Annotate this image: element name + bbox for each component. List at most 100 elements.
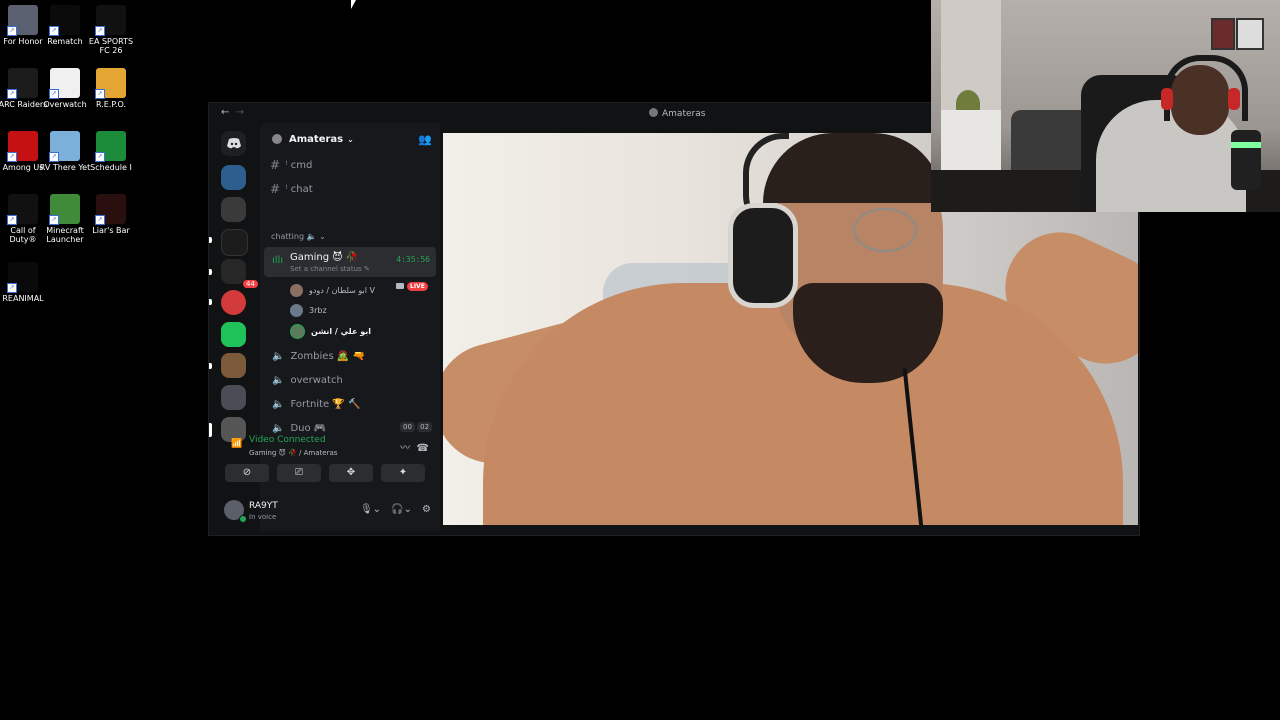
mention-badge: 44	[243, 280, 258, 288]
mouse-cursor	[351, 0, 356, 9]
server-icon[interactable]	[221, 385, 246, 410]
channel-name: overwatch	[290, 375, 343, 386]
text-channel-chat[interactable]: # ꜝ chat	[270, 182, 313, 196]
server-icon[interactable]	[221, 165, 246, 190]
window-title: Amateras	[649, 108, 705, 119]
desktop-shortcut[interactable]: ↗ REANIMAL	[0, 262, 50, 303]
live-badge: LIVE	[407, 282, 428, 291]
app-icon: ↗	[49, 131, 80, 162]
unread-pill	[209, 237, 212, 243]
voice-user-name: ابو سلطان / دودو V	[309, 286, 375, 295]
avatar	[290, 284, 303, 297]
desktop-shortcut[interactable]: ↗ Schedule I	[84, 131, 138, 172]
server-icon[interactable]: 44	[221, 259, 258, 288]
server-icon[interactable]	[221, 197, 246, 222]
text-channel-cmd[interactable]: # ꜝ cmd	[270, 158, 312, 172]
noise-suppression-icon[interactable]: 〰 ☎	[400, 439, 429, 454]
voice-user-name: ابو علي / انشن	[311, 327, 371, 336]
shortcut-arrow-icon: ↗	[7, 215, 17, 225]
shortcut-arrow-icon: ↗	[7, 283, 17, 293]
shortcut-arrow-icon: ↗	[7, 89, 17, 99]
bottle	[1231, 130, 1261, 190]
status-indicator	[239, 515, 247, 523]
server-avatar-icon	[649, 108, 658, 117]
discord-home-icon[interactable]	[221, 131, 246, 156]
voice-active-icon: ıllı	[272, 255, 284, 266]
microphone-icon[interactable]: 🎙⌄	[360, 504, 381, 515]
username[interactable]: RA9YT	[249, 501, 278, 511]
voice-channel-overwatch[interactable]: 🔈 overwatch	[272, 375, 343, 386]
invite-people-icon[interactable]: 👥	[418, 133, 432, 146]
server-icon[interactable]	[221, 322, 246, 347]
voice-status-title[interactable]: Video Connected	[249, 435, 326, 445]
channel-name: ꜝ cmd	[285, 159, 313, 171]
hash-icon: #	[270, 182, 281, 196]
server-icon[interactable]	[221, 290, 246, 315]
activities-button[interactable]: ✥	[329, 464, 373, 482]
selected-pill	[209, 423, 212, 437]
shortcut-arrow-icon: ↗	[49, 26, 59, 36]
app-icon: ↗	[95, 5, 126, 36]
channel-name: Gaming 😈 🥀	[290, 252, 359, 263]
desktop-shortcut[interactable]: ↗ Liar's Bar	[84, 194, 138, 235]
camera-toggle-button[interactable]: ⊘	[225, 464, 269, 482]
shortcut-arrow-icon: ↗	[7, 152, 17, 162]
voice-channel-gaming[interactable]: ıllı Gaming 😈 🥀 Set a channel status ✎ 4…	[264, 247, 436, 277]
camera-icon	[396, 283, 404, 289]
gear-icon[interactable]: ⚙	[422, 504, 431, 515]
user-panel: RA9YT In voice 🎙⌄ 🎧⌄ ⚙	[217, 493, 439, 531]
voice-user[interactable]: 3rbz	[290, 304, 327, 317]
channel-status[interactable]: Set a channel status ✎	[290, 265, 370, 273]
shortcut-arrow-icon: ↗	[49, 89, 59, 99]
signal-icon[interactable]: 📶	[231, 439, 242, 449]
app-icon: ↗	[49, 68, 80, 99]
soundboard-button[interactable]: ✦	[381, 464, 425, 482]
shortcut-arrow-icon: ↗	[7, 26, 17, 36]
headphones-icon[interactable]: 🎧⌄	[391, 504, 412, 515]
app-icon: ↗	[7, 194, 38, 225]
app-icon: ↗	[95, 194, 126, 225]
voice-user-name: 3rbz	[309, 306, 327, 315]
desktop-shortcut-label: Schedule I	[90, 163, 132, 172]
speaker-icon: 🔈	[272, 351, 285, 362]
voice-channel-fortnite[interactable]: 🔈 Fortnite 🏆 🔨	[272, 399, 360, 410]
glasses	[853, 208, 917, 252]
app-icon: ↗	[7, 262, 38, 293]
guild-icon	[272, 134, 282, 144]
desktop-shortcut-label: R.E.P.O.	[95, 100, 127, 109]
channel-name: ꜝ chat	[285, 183, 313, 195]
guild-header[interactable]: Amateras ⌄ 👥	[260, 123, 440, 155]
app-icon: ↗	[7, 68, 38, 99]
app-icon: ↗	[49, 5, 80, 36]
voice-user[interactable]: ابو سلطان / دودو V	[290, 284, 375, 297]
disconnect-icon[interactable]: ☎	[417, 443, 429, 454]
shortcut-arrow-icon: ↗	[95, 152, 105, 162]
app-icon: ↗	[7, 131, 38, 162]
headphones-icon	[728, 203, 798, 308]
voice-channel-zombies[interactable]: 🔈 Zombies 🧟 🔫	[272, 351, 365, 362]
voice-connection-panel: 📶 Video Connected Gaming 😈 🥀 / Amateras …	[217, 427, 439, 487]
voice-user[interactable]: ابو علي / انشن	[290, 324, 371, 339]
voice-timer: 4:35:56	[396, 255, 430, 264]
app-icon: ↗	[95, 131, 126, 162]
shortcut-arrow-icon: ↗	[95, 89, 105, 99]
user-status: In voice	[249, 513, 277, 521]
guild-name: Amateras	[289, 133, 344, 145]
shortcut-arrow-icon: ↗	[49, 215, 59, 225]
voice-status-subtitle[interactable]: Gaming 😈 🥀 / Amateras	[249, 449, 337, 457]
screen-share-button[interactable]: ⎚	[277, 464, 321, 482]
unread-pill	[209, 299, 212, 305]
shortcut-arrow-icon: ↗	[49, 152, 59, 162]
category-chatting[interactable]: chatting 🔈 ⌄	[271, 232, 326, 241]
desktop-shortcut-label: Liar's Bar	[92, 226, 130, 235]
headset-ear	[1228, 88, 1240, 110]
wall-frame	[1236, 18, 1264, 50]
desktop-shortcut[interactable]: ↗ EA SPORTS FC 26	[84, 5, 138, 55]
room-cabinet	[941, 110, 1001, 170]
server-icon[interactable]	[221, 353, 246, 378]
nav-arrows[interactable]: ← →	[221, 107, 244, 118]
hash-icon: #	[270, 158, 281, 172]
desktop-shortcut[interactable]: ↗ R.E.P.O.	[84, 68, 138, 109]
server-icon[interactable]	[221, 229, 248, 256]
avatar	[290, 304, 303, 317]
